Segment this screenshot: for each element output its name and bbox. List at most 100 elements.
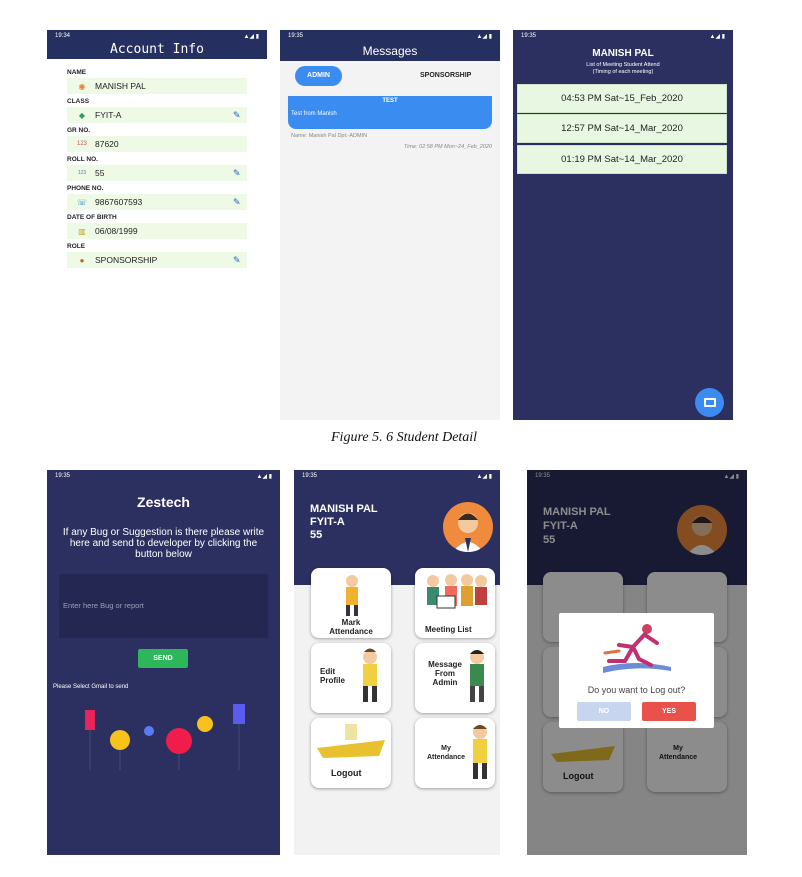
field-value: SPONSORSHIP [95, 255, 158, 265]
meeting-people-icon [427, 574, 487, 609]
field-phone: PHONE NO. ☏ 9867607593 ✎ [67, 185, 247, 210]
card-label: My Attendance [426, 745, 466, 761]
message-time: Time: 02:58 PM Mon~24_Feb_2020 [403, 144, 492, 150]
field-value-box: 123 87620 [67, 136, 247, 152]
status-time: 19:35 [55, 473, 71, 479]
meeting-list-screen: 19:35 ▲◢ ▮ MANISH PAL List of Meeting St… [513, 30, 733, 420]
status-bar: 19:35 ▲◢ ▮ [47, 470, 280, 482]
student-class: FYIT-A [310, 516, 345, 528]
bug-report-input[interactable]: Enter here Bug or report [59, 574, 268, 638]
meeting-item[interactable]: 01:19 PM Sat~14_Mar_2020 [517, 145, 727, 174]
instruction-text: If any Bug or Suggestion is there please… [62, 527, 265, 560]
mark-attendance-card[interactable]: Mark Attendance [311, 568, 391, 638]
field-label: CLASS [67, 98, 90, 105]
edit-pencil-icon[interactable]: ✎ [233, 168, 243, 178]
floating-action-button[interactable] [695, 388, 724, 417]
field-label: ROLE [67, 243, 86, 250]
document-page: 19:34 ▲◢ ▮ Account Info NAME ◉ MANISH PA… [0, 0, 802, 877]
account-info-screen: 19:34 ▲◢ ▮ Account Info NAME ◉ MANISH PA… [47, 30, 267, 286]
card-label: Meeting List [425, 625, 472, 634]
student-icon [363, 648, 377, 702]
logout-card[interactable]: Logout [311, 718, 391, 788]
card-icon [703, 398, 716, 407]
edit-pencil-icon[interactable]: ✎ [233, 197, 243, 207]
teacher-icon [346, 575, 358, 616]
send-button[interactable]: SEND [138, 649, 188, 668]
tab-sponsorship[interactable]: SPONSORSHIP [420, 72, 471, 79]
number-icon: 123 [77, 170, 87, 176]
status-time: 19:35 [521, 33, 537, 39]
card-label: Mark Attendance [329, 618, 373, 636]
card-label: Message From Admin [428, 660, 462, 687]
message-from-admin-card[interactable]: Message From Admin [415, 643, 495, 713]
message-title: TEST [382, 98, 398, 104]
edit-pencil-icon[interactable]: ✎ [233, 110, 243, 120]
phone-icon: ☏ [76, 197, 87, 207]
avatar[interactable] [443, 502, 493, 552]
field-value: 9867607593 [95, 197, 143, 207]
logout-question: Do you want to Log out? [587, 685, 686, 695]
my-attendance-card[interactable]: My Attendance [415, 718, 495, 788]
field-value: MANISH PAL [95, 81, 146, 91]
no-button[interactable]: NO [577, 702, 631, 721]
field-value: 06/08/1999 [95, 226, 138, 236]
avatar-icon: ◉ [78, 81, 86, 91]
messages-screen: 19:35 ▲◢ ▮ Messages ADMIN SPONSORSHIP TE… [280, 30, 500, 420]
student-name: MANISH PAL [310, 503, 378, 515]
meeting-item[interactable]: 04:53 PM Sat~15_Feb_2020 [517, 84, 727, 113]
field-value-box: 123 55 ✎ [67, 165, 247, 181]
number-icon: 123 [76, 141, 87, 147]
cake-icon: ▥ [78, 226, 86, 236]
message-card[interactable]: TEST Test from Manish [288, 96, 492, 129]
runner-icon [603, 624, 671, 673]
field-value-box: ◆ FYIT-A ✎ [67, 107, 247, 123]
avatar-icon [453, 513, 483, 552]
figure-caption: Figure 5. 6 Student Detail [331, 430, 478, 445]
field-role: ROLE ● SPONSORSHIP ✎ [67, 243, 247, 268]
field-name: NAME ◉ MANISH PAL [67, 69, 247, 94]
field-label: GR NO. [67, 127, 91, 134]
field-value-box: ● SPONSORSHIP ✎ [67, 252, 247, 268]
field-label: PHONE NO. [67, 185, 104, 192]
field-value: FYIT-A [95, 110, 122, 120]
status-bar: 19:35 ▲◢ ▮ [513, 30, 733, 42]
tab-bar: ADMIN SPONSORSHIP [280, 61, 500, 91]
edit-pencil-icon[interactable]: ✎ [233, 255, 243, 265]
status-bar: 19:35 ▲◢ ▮ [294, 470, 500, 482]
home-screen: 19:35 ▲◢ ▮ MANISH PAL FYIT-A 55 Mark Att… [294, 470, 500, 855]
app-title: Zestech [137, 494, 190, 510]
signal-icons: ▲◢ ▮ [243, 33, 259, 40]
meeting-item[interactable]: 12:57 PM Sat~14_Mar_2020 [517, 114, 727, 143]
status-time: 19:35 [288, 33, 304, 39]
edit-profile-card[interactable]: Edit Profile [311, 643, 391, 713]
signal-icons: ▲◢ ▮ [256, 473, 272, 480]
field-label: ROLL NO. [67, 156, 98, 163]
list-subtitle-note: (Timing of each meeting) [592, 69, 654, 75]
yes-button[interactable]: YES [642, 702, 696, 721]
field-roll-no: ROLL NO. 123 55 ✎ [67, 156, 247, 181]
status-bar: 19:34 ▲◢ ▮ [47, 30, 267, 42]
field-value: 55 [95, 168, 105, 178]
status-time: 19:34 [55, 33, 71, 39]
balloons-illustration [85, 704, 245, 770]
status-bar: 19:35 ▲◢ ▮ [280, 30, 500, 42]
field-value-box: ☏ 9867607593 ✎ [67, 194, 247, 210]
field-class: CLASS ◆ FYIT-A ✎ [67, 98, 247, 123]
message-sender: Name: Manish Pal Dpt:-ADMIN [291, 133, 368, 139]
gmail-note: Please Select Gmail to send [53, 684, 129, 690]
admin-icon [470, 650, 484, 702]
field-label: DATE OF BIRTH [67, 214, 117, 221]
tab-admin[interactable]: ADMIN [295, 66, 342, 86]
field-value-box: ◉ MANISH PAL [67, 78, 247, 94]
field-label: NAME [67, 69, 87, 76]
signal-icons: ▲◢ ▮ [476, 33, 492, 40]
card-label: Logout [331, 768, 362, 778]
attendance-icon [473, 725, 487, 779]
meeting-list-card[interactable]: Meeting List [415, 568, 495, 638]
status-time: 19:35 [302, 473, 318, 479]
graduation-cap-icon: ◆ [78, 110, 86, 120]
field-value: 87620 [95, 139, 119, 149]
person-icon: ● [79, 255, 85, 265]
page-title: Account Info [47, 42, 267, 59]
signal-icons: ▲◢ ▮ [476, 473, 492, 480]
